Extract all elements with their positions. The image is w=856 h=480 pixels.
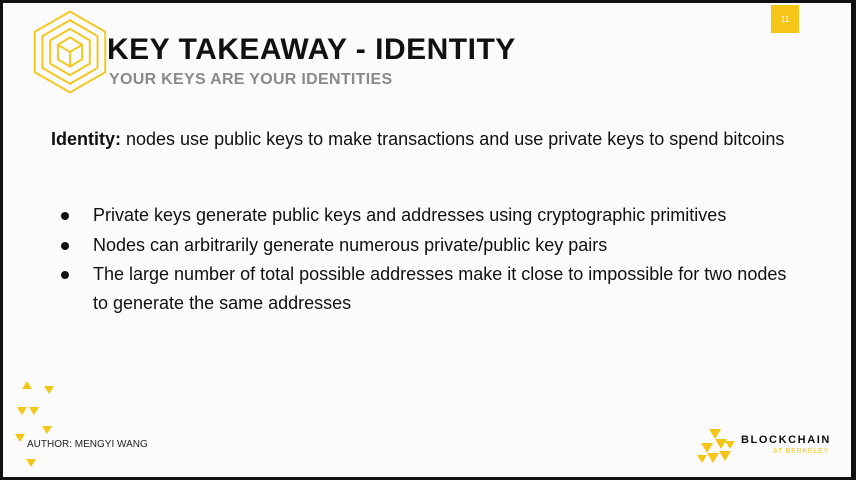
- bullet-item: Nodes can arbitrarily generate numerous …: [51, 231, 791, 260]
- intro-term: Identity:: [51, 129, 121, 149]
- bullet-text: Nodes can arbitrarily generate numerous …: [93, 234, 608, 255]
- slide: KEY TAKEAWAY - IDENTITY YOUR KEYS ARE YO…: [3, 3, 851, 477]
- yellow-triangles-icon: [15, 381, 54, 467]
- intro-text: nodes use public keys to make transactio…: [121, 129, 785, 149]
- blockchain-at-berkeley-logo-icon: [697, 429, 735, 463]
- author-credit: AUTHOR: MENGYI WANG: [27, 439, 148, 450]
- bullet-dot-icon: [61, 241, 69, 250]
- bullet-text: The large number of total possible addre…: [93, 264, 787, 313]
- slide-subtitle: YOUR KEYS ARE YOUR IDENTITIES: [109, 71, 393, 88]
- bullet-dot-icon: [61, 212, 69, 220]
- brand-subtitle: AT BERKELEY: [773, 448, 830, 455]
- intro-paragraph: Identity: nodes use public keys to make …: [51, 125, 791, 154]
- bullet-text: Private keys generate public keys and ad…: [93, 205, 727, 225]
- hexagon-cube-logo-icon: [33, 10, 107, 94]
- bullet-item: The large number of total possible addre…: [51, 260, 791, 317]
- bullet-list: Private keys generate public keys and ad…: [51, 201, 791, 318]
- brand-name: BLOCKCHAIN: [741, 434, 831, 446]
- page-number-badge: 11: [771, 5, 799, 33]
- bullet-dot-icon: [61, 271, 69, 279]
- slide-title: KEY TAKEAWAY - IDENTITY: [107, 33, 516, 66]
- bullet-item: Private keys generate public keys and ad…: [51, 201, 791, 230]
